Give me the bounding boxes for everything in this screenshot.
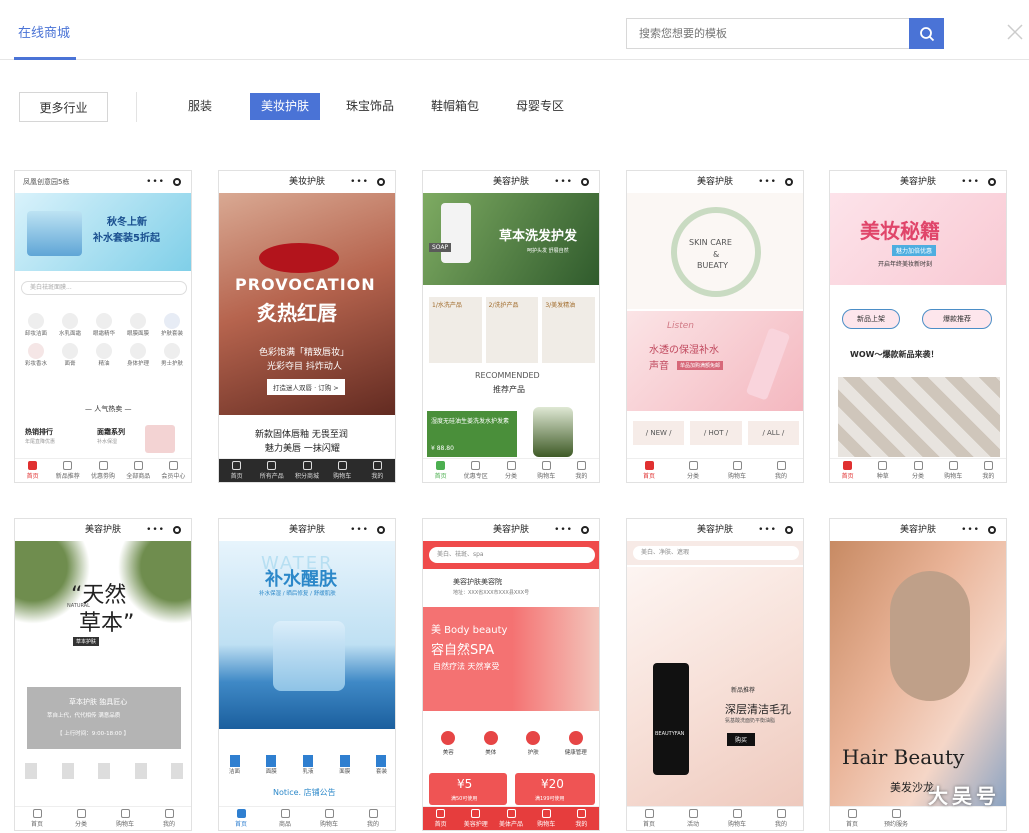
close-icon[interactable] (1005, 22, 1025, 42)
template-card[interactable]: 美容护肤 ••• 美妆秘籍 魅力加倍优惠 开启年终美妆新时刻 新品上架 爆款推荐 … (829, 170, 1007, 483)
coupon-icon (98, 461, 108, 470)
category-mother-baby[interactable]: 母婴专区 (510, 93, 570, 120)
search-icon (919, 26, 934, 41)
model-image (890, 571, 970, 701)
template-card[interactable]: 美容护肤 ••• SKIN CARE & BUEATY Listen 水透の保湿补… (626, 170, 804, 483)
template-card[interactable]: 美容护肤 ••• 美白、净肤、遮瑕 BEAUTYFAN 新品推荐 深层清洁毛孔 氨… (626, 518, 804, 831)
banner-image: SOAP 草本洗发护发 呵护头发 舒展自然 (423, 193, 599, 285)
product-image (273, 621, 345, 691)
record-icon (173, 178, 181, 186)
template-card[interactable]: 美容护肤 ••• SOAP 草本洗发护发 呵护头发 舒展自然 1/水洗产品 2/洗… (422, 170, 600, 483)
card-bottom-nav: 首页 新品推荐 优惠劵购 全部商品 会员中心 (15, 458, 191, 482)
category-jewelry[interactable]: 珠宝饰品 (340, 93, 400, 120)
category-shoes-bags[interactable]: 鞋帽箱包 (425, 93, 485, 120)
new-arrivals-button[interactable]: 新品上架 (842, 309, 900, 329)
card-header: 美容护肤 ••• (219, 519, 395, 541)
search-field[interactable]: 美白、祛斑、spa (429, 547, 595, 563)
card-header: 凤凰创意园5栋 ••• (15, 171, 191, 193)
divider (136, 92, 137, 122)
tag-hot[interactable]: / HOT / (690, 421, 742, 445)
hot-items-button[interactable]: 爆款推荐 (922, 309, 992, 329)
category-beauty-skincare[interactable]: 美妆护肤 (250, 93, 320, 120)
card-header: 美容护肤 ••• (627, 171, 803, 193)
card-bottom-nav: 首页 分类 购物车 我的 (627, 458, 803, 482)
tab-online-shop[interactable]: 在线商城 (18, 22, 70, 41)
template-card[interactable]: 美容护肤 ••• “天然 草本” NATURAL 草本护肤 草本护肤 独具匠心 萃… (14, 518, 192, 831)
search-field[interactable]: 美白祛斑面膜... (21, 281, 187, 295)
search-button[interactable] (909, 18, 944, 49)
new-icon (63, 461, 73, 470)
card-header: 美容护肤 ••• (627, 519, 803, 541)
goods-icon (133, 461, 143, 470)
card-header: 美容护肤 ••• (830, 171, 1006, 193)
card-header: 美妆护肤 ••• (219, 171, 395, 193)
card-header: 美容护肤 ••• (15, 519, 191, 541)
cta-button[interactable]: 打造迷人双唇 · 订购 > (267, 379, 345, 395)
top-bar: 在线商城 (0, 0, 1029, 60)
category-clothing[interactable]: 服装 (178, 93, 222, 120)
tag-new[interactable]: / NEW / (633, 421, 685, 445)
product-image (27, 211, 82, 256)
card-bottom-nav: 首页 美容护理 美体产品 购物车 我的 (423, 806, 599, 830)
active-tab-indicator (14, 57, 76, 60)
card-bottom-nav: 首页 种草 分类 购物车 我的 (830, 458, 1006, 482)
home-icon (28, 461, 38, 470)
template-card[interactable]: 凤凰创意园5栋 ••• 秋冬上新 补水套装5折起 美白祛斑面膜... 卸妆洁面 … (14, 170, 192, 483)
location-label: 凤凰创意园5栋 (23, 178, 70, 186)
card-bottom-nav: 首页 优惠专区 分类 购物车 我的 (423, 458, 599, 482)
product-image (653, 663, 689, 775)
tag-all[interactable]: / ALL / (747, 421, 799, 445)
member-icon (168, 461, 178, 470)
card-bottom-nav: 首页 商品 购物车 我的 (219, 806, 395, 830)
card-bottom-nav: 首页 活动 购物车 我的 (627, 806, 803, 830)
search-field[interactable]: 美白、净肤、遮瑕 (633, 546, 799, 560)
icon-grid: 卸妆洁面 水乳面霜 眼霜精华 眼膜面膜 护肤套装 彩妆香水 面膏 精油 身体护理… (19, 313, 189, 367)
card-header: 美容护肤 ••• (830, 519, 1006, 541)
card-bottom-nav: 首页 预约服务 (830, 806, 1006, 830)
search-input[interactable] (626, 18, 909, 49)
template-card[interactable]: 美容护肤 ••• 美白、祛斑、spa 美容护肤美容院 地址：XXX省XXX市XXX… (422, 518, 600, 831)
buy-button[interactable]: 购买 (727, 733, 756, 746)
card-header: 美容护肤 ••• (423, 171, 599, 193)
more-dots-icon: ••• (146, 177, 165, 187)
product-image (145, 425, 175, 453)
product-collage (838, 377, 1000, 457)
template-card[interactable]: 美妆护肤 ••• PROVOCATION 炙热红唇 色彩饱满「精致唇妆」 光彩夺目… (218, 170, 396, 483)
template-store-window: 在线商城 更多行业 服装 美妆护肤 珠宝饰品 鞋帽箱包 母婴专区 凤凰创意园5栋… (0, 0, 1029, 833)
watermark: 大吴号 (928, 784, 1000, 808)
card-bottom-nav: 首页 所有产品 积分商城 购物车 我的 (219, 458, 395, 482)
more-industries-button[interactable]: 更多行业 (19, 92, 108, 122)
more-dots-icon: ••• (350, 177, 369, 187)
card-header: 美容护肤 ••• (423, 519, 599, 541)
record-icon (377, 178, 385, 186)
banner-image: 秋冬上新 补水套装5折起 (15, 193, 191, 271)
section-title: — 人气热卖 — (85, 405, 132, 413)
template-card[interactable]: 美容护肤 ••• WATER 补水醒肤 补水保湿 / 晒后修复 / 舒缓肌肤 洁面… (218, 518, 396, 831)
lips-image (259, 243, 339, 273)
card-bottom-nav: 首页 分类 购物车 我的 (15, 806, 191, 830)
